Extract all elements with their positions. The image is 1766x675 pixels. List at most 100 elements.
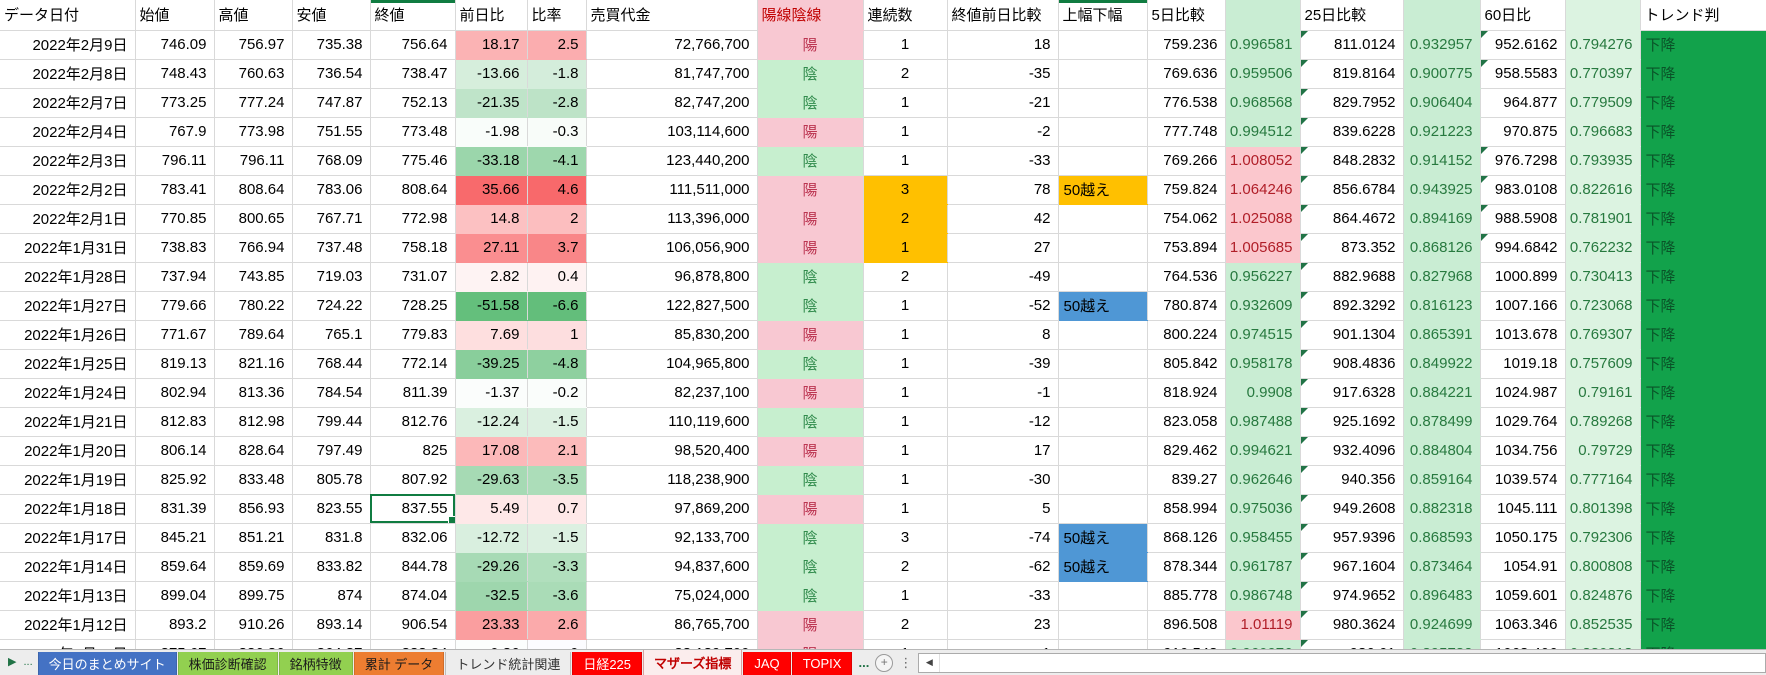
cell-low[interactable]: 736.54 — [292, 59, 370, 88]
cell-d5[interactable]: 858.994 — [1147, 494, 1225, 523]
cell-low[interactable]: 719.03 — [292, 262, 370, 291]
cell-close[interactable]: 837.55 — [370, 494, 455, 523]
cell-r5[interactable]: 1.005685 — [1225, 233, 1300, 262]
cell-pct[interactable]: -4.8 — [527, 349, 586, 378]
cell-value[interactable]: 122,827,500 — [586, 291, 757, 320]
cell-trend[interactable]: 下降 — [1640, 59, 1766, 88]
cell-low[interactable]: 767.71 — [292, 204, 370, 233]
cell-trend[interactable]: 下降 — [1640, 610, 1766, 639]
cell-d60[interactable]: 976.7298 — [1480, 146, 1565, 175]
cell-trend[interactable]: 下降 — [1640, 30, 1766, 59]
cell-trend[interactable]: 下降 — [1640, 117, 1766, 146]
cell-high[interactable]: 808.64 — [214, 175, 292, 204]
cell-d60[interactable]: 1045.111 — [1480, 494, 1565, 523]
header-cell-diff[interactable]: 終値前日比較 — [947, 0, 1058, 30]
cell-d60[interactable]: 958.5583 — [1480, 59, 1565, 88]
cell-date[interactable]: 2022年2月3日 — [0, 146, 135, 175]
cell-r60[interactable]: 0.779509 — [1565, 88, 1640, 117]
cell-diff[interactable]: 23 — [947, 610, 1058, 639]
cell-d60[interactable]: 1000.899 — [1480, 262, 1565, 291]
cell-range[interactable] — [1058, 610, 1147, 639]
cell-r60[interactable]: 0.723068 — [1565, 291, 1640, 320]
cell-r25[interactable]: 0.921223 — [1403, 117, 1480, 146]
cell-open[interactable]: 738.83 — [135, 233, 214, 262]
cell-value[interactable]: 81,747,700 — [586, 59, 757, 88]
sheet-tab[interactable]: 日経225 — [572, 652, 642, 675]
cell-r60[interactable]: 0.792306 — [1565, 523, 1640, 552]
cell-trend[interactable]: 下降 — [1640, 175, 1766, 204]
sheet-tab[interactable]: マザーズ指標 — [643, 650, 742, 675]
header-cell-value[interactable]: 売買代金 — [586, 0, 757, 30]
cell-d25[interactable]: 839.6228 — [1300, 117, 1403, 146]
cell-d5[interactable]: 777.748 — [1147, 117, 1225, 146]
cell-date[interactable]: 2022年1月12日 — [0, 610, 135, 639]
cell-high[interactable]: 743.85 — [214, 262, 292, 291]
cell-r60[interactable]: 0.781901 — [1565, 204, 1640, 233]
cell-chg[interactable]: 7.69 — [455, 320, 527, 349]
cell-chg[interactable]: 2.82 — [455, 262, 527, 291]
cell-d25[interactable]: 974.9652 — [1300, 581, 1403, 610]
cell-pct[interactable]: 1 — [527, 320, 586, 349]
cell-high[interactable]: 756.97 — [214, 30, 292, 59]
cell-d5[interactable]: 868.126 — [1147, 523, 1225, 552]
cell-open[interactable]: 770.85 — [135, 204, 214, 233]
cell-streak[interactable]: 2 — [863, 262, 947, 291]
cell-d25[interactable]: 882.9688 — [1300, 262, 1403, 291]
cell-high[interactable]: 777.24 — [214, 88, 292, 117]
cell-d5[interactable]: 839.27 — [1147, 465, 1225, 494]
cell-d60[interactable]: 1019.18 — [1480, 349, 1565, 378]
cell-value[interactable]: 72,766,700 — [586, 30, 757, 59]
cell-streak[interactable]: 3 — [863, 523, 947, 552]
cell-candle[interactable]: 陰 — [757, 349, 863, 378]
cell-r60[interactable]: 0.800808 — [1565, 552, 1640, 581]
cell-r60[interactable]: 0.796683 — [1565, 117, 1640, 146]
cell-high[interactable]: 789.64 — [214, 320, 292, 349]
cell-candle[interactable]: 陰 — [757, 523, 863, 552]
cell-value[interactable]: 106,056,900 — [586, 233, 757, 262]
cell-close[interactable]: 731.07 — [370, 262, 455, 291]
cell-close[interactable]: 728.25 — [370, 291, 455, 320]
cell-chg[interactable]: 35.66 — [455, 175, 527, 204]
cell-candle[interactable]: 陽 — [757, 233, 863, 262]
cell-r5[interactable]: 1.064246 — [1225, 175, 1300, 204]
cell-chg[interactable]: 17.08 — [455, 436, 527, 465]
cell-low[interactable]: 784.54 — [292, 378, 370, 407]
scrollbar-track[interactable] — [940, 654, 1765, 672]
cell-r25[interactable]: 0.900775 — [1403, 59, 1480, 88]
cell-streak[interactable]: 1 — [863, 349, 947, 378]
cell-chg[interactable]: 18.17 — [455, 30, 527, 59]
cell-d25[interactable]: 829.7952 — [1300, 88, 1403, 117]
cell-close[interactable]: 758.18 — [370, 233, 455, 262]
cell-r5[interactable]: 0.986748 — [1225, 581, 1300, 610]
cell-r25[interactable]: 0.896483 — [1403, 581, 1480, 610]
cell-date[interactable]: 2022年1月17日 — [0, 523, 135, 552]
cell-range[interactable] — [1058, 88, 1147, 117]
header-cell-range[interactable]: 上幅下幅 — [1058, 0, 1147, 30]
cell-chg[interactable]: -33.18 — [455, 146, 527, 175]
cell-open[interactable]: 748.43 — [135, 59, 214, 88]
cell-open[interactable]: 825.92 — [135, 465, 214, 494]
cell-open[interactable]: 893.2 — [135, 610, 214, 639]
header-cell-r25[interactable] — [1403, 0, 1480, 30]
cell-range[interactable]: 50越え — [1058, 175, 1147, 204]
header-cell-high[interactable]: 高値 — [214, 0, 292, 30]
cell-streak[interactable]: 1 — [863, 117, 947, 146]
cell-pct[interactable]: 2.6 — [527, 610, 586, 639]
cell-d60[interactable]: 1029.764 — [1480, 407, 1565, 436]
cell-r60[interactable]: 0.769307 — [1565, 320, 1640, 349]
cell-d5[interactable]: 764.536 — [1147, 262, 1225, 291]
cell-r25[interactable]: 0.884221 — [1403, 378, 1480, 407]
header-cell-date[interactable]: データ日付 — [0, 0, 135, 30]
cell-high[interactable]: 760.63 — [214, 59, 292, 88]
cell-streak[interactable]: 1 — [863, 378, 947, 407]
cell-r60[interactable]: 0.824876 — [1565, 581, 1640, 610]
cell-d5[interactable]: 776.538 — [1147, 88, 1225, 117]
cell-diff[interactable]: -2 — [947, 117, 1058, 146]
cell-open[interactable]: 845.21 — [135, 523, 214, 552]
cell-streak[interactable]: 1 — [863, 494, 947, 523]
cell-trend[interactable]: 下降 — [1640, 204, 1766, 233]
cell-r5[interactable]: 0.958455 — [1225, 523, 1300, 552]
cell-value[interactable]: 113,396,000 — [586, 204, 757, 233]
cell-d60[interactable]: 1013.678 — [1480, 320, 1565, 349]
cell-streak[interactable]: 1 — [863, 88, 947, 117]
